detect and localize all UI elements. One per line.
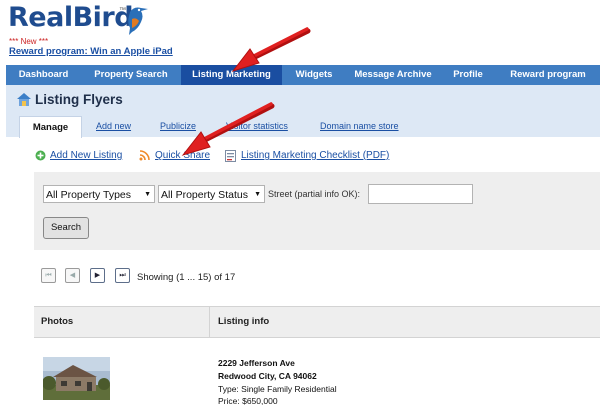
arrow-to-quick-share bbox=[181, 102, 275, 156]
annotation-arrows bbox=[181, 27, 311, 156]
arrow-to-listing-marketing bbox=[231, 27, 311, 72]
